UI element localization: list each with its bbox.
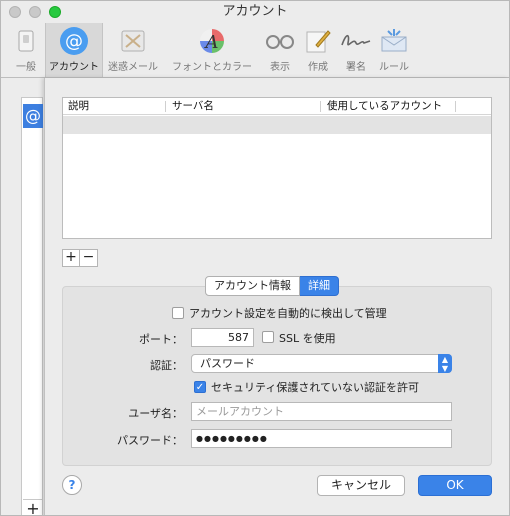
auth-select[interactable]: パスワード ▲ ▼: [191, 354, 452, 373]
column-header-in-use[interactable]: 使用しているアカウント: [322, 98, 452, 115]
toolbar-label: 一般: [16, 62, 36, 73]
auto-detect-label: アカウント設定を自動的に検出して管理: [189, 307, 387, 320]
minimize-window-icon[interactable]: [29, 6, 41, 18]
auth-select-value: パスワード: [200, 357, 255, 370]
insecure-auth-checkbox[interactable]: ✓: [194, 381, 206, 393]
table-header: 説明 サーバ名 使用しているアカウント: [63, 98, 491, 115]
toolbar-item-junk[interactable]: 迷惑メール: [103, 23, 163, 77]
preferences-window: アカウント 一般 @ アカウント 迷惑メール A フォントとカラー 表示 作成 …: [0, 0, 510, 516]
junk-trash-icon: [117, 25, 149, 57]
port-field[interactable]: 587: [191, 328, 254, 347]
toolbar-item-general[interactable]: 一般: [7, 23, 45, 77]
ssl-label: SSL を使用: [279, 332, 336, 345]
account-list-item-icon[interactable]: @: [23, 104, 43, 128]
smtp-server-table[interactable]: 説明 サーバ名 使用しているアカウント: [62, 97, 492, 239]
close-window-icon[interactable]: [9, 6, 21, 18]
column-divider: [165, 101, 166, 112]
add-server-button[interactable]: +: [62, 249, 80, 267]
glasses-icon: [264, 25, 296, 57]
toolbar-item-fonts-colors[interactable]: A フォントとカラー: [163, 23, 261, 77]
rules-envelope-icon: [378, 25, 410, 57]
compose-pencil-icon: [302, 25, 334, 57]
insecure-auth-label: セキュリティ保護されていない認証を許可: [211, 381, 420, 394]
auth-label: 認証：: [150, 359, 183, 372]
font-color-icon: A: [196, 25, 228, 57]
auto-detect-checkbox[interactable]: [172, 307, 184, 319]
toolbar-label: 迷惑メール: [108, 62, 158, 73]
table-row[interactable]: [63, 116, 491, 134]
toolbar-label: 表示: [270, 62, 290, 73]
toolbar-label: 作成: [308, 62, 328, 73]
preferences-toolbar: 一般 @ アカウント 迷惑メール A フォントとカラー 表示 作成 署名 ルール: [1, 23, 509, 77]
toolbar-label: ルール: [379, 62, 409, 73]
smtp-server-sheet: 説明 サーバ名 使用しているアカウント + − アカウント設定を自動的に検出して…: [44, 78, 509, 515]
add-remove-buttons: + −: [62, 249, 98, 267]
toolbar-label: フォントとカラー: [172, 62, 252, 73]
svg-text:A: A: [204, 32, 219, 53]
help-button[interactable]: ?: [62, 475, 82, 495]
password-label: パスワード：: [117, 434, 183, 447]
sidebar-add-account-button[interactable]: +: [23, 499, 43, 515]
column-header-description[interactable]: 説明: [63, 98, 163, 115]
at-sign-icon: @: [58, 25, 90, 57]
toolbar-label: アカウント: [49, 62, 99, 73]
general-switch-icon: [10, 25, 42, 57]
window-title: アカウント: [222, 4, 288, 19]
column-divider: [320, 101, 321, 112]
toolbar-label: 署名: [346, 62, 366, 73]
toolbar-item-signatures[interactable]: 署名: [337, 23, 375, 77]
svg-text:@: @: [65, 31, 83, 52]
cancel-button[interactable]: キャンセル: [317, 475, 405, 496]
password-field[interactable]: ●●●●●●●●●: [191, 429, 452, 448]
ssl-checkbox[interactable]: [262, 331, 274, 343]
tab-account-info[interactable]: アカウント情報: [205, 276, 300, 296]
tab-segmented-control: アカウント情報 詳細: [205, 276, 339, 296]
zoom-window-icon[interactable]: [49, 6, 61, 18]
username-field[interactable]: メールアカウント: [191, 402, 452, 421]
toolbar-item-view[interactable]: 表示: [261, 23, 299, 77]
signature-icon: [340, 25, 372, 57]
column-header-server[interactable]: サーバ名: [167, 98, 317, 115]
username-label: ユーザ名：: [128, 407, 183, 420]
toolbar-item-rules[interactable]: ルール: [375, 23, 413, 77]
accounts-sidebar: [21, 97, 43, 515]
tab-detail[interactable]: 詳細: [300, 276, 339, 296]
ok-button[interactable]: OK: [418, 475, 492, 496]
title-bar: アカウント: [1, 1, 509, 23]
updown-chevron-icon: ▲ ▼: [438, 354, 452, 373]
remove-server-button[interactable]: −: [80, 249, 98, 267]
column-divider: [455, 101, 456, 112]
detail-settings-group: アカウント設定を自動的に検出して管理 ポート： 587 SSL を使用 認証： …: [62, 286, 492, 466]
port-label: ポート：: [139, 333, 183, 346]
toolbar-item-compose[interactable]: 作成: [299, 23, 337, 77]
toolbar-item-accounts[interactable]: @ アカウント: [45, 23, 103, 77]
